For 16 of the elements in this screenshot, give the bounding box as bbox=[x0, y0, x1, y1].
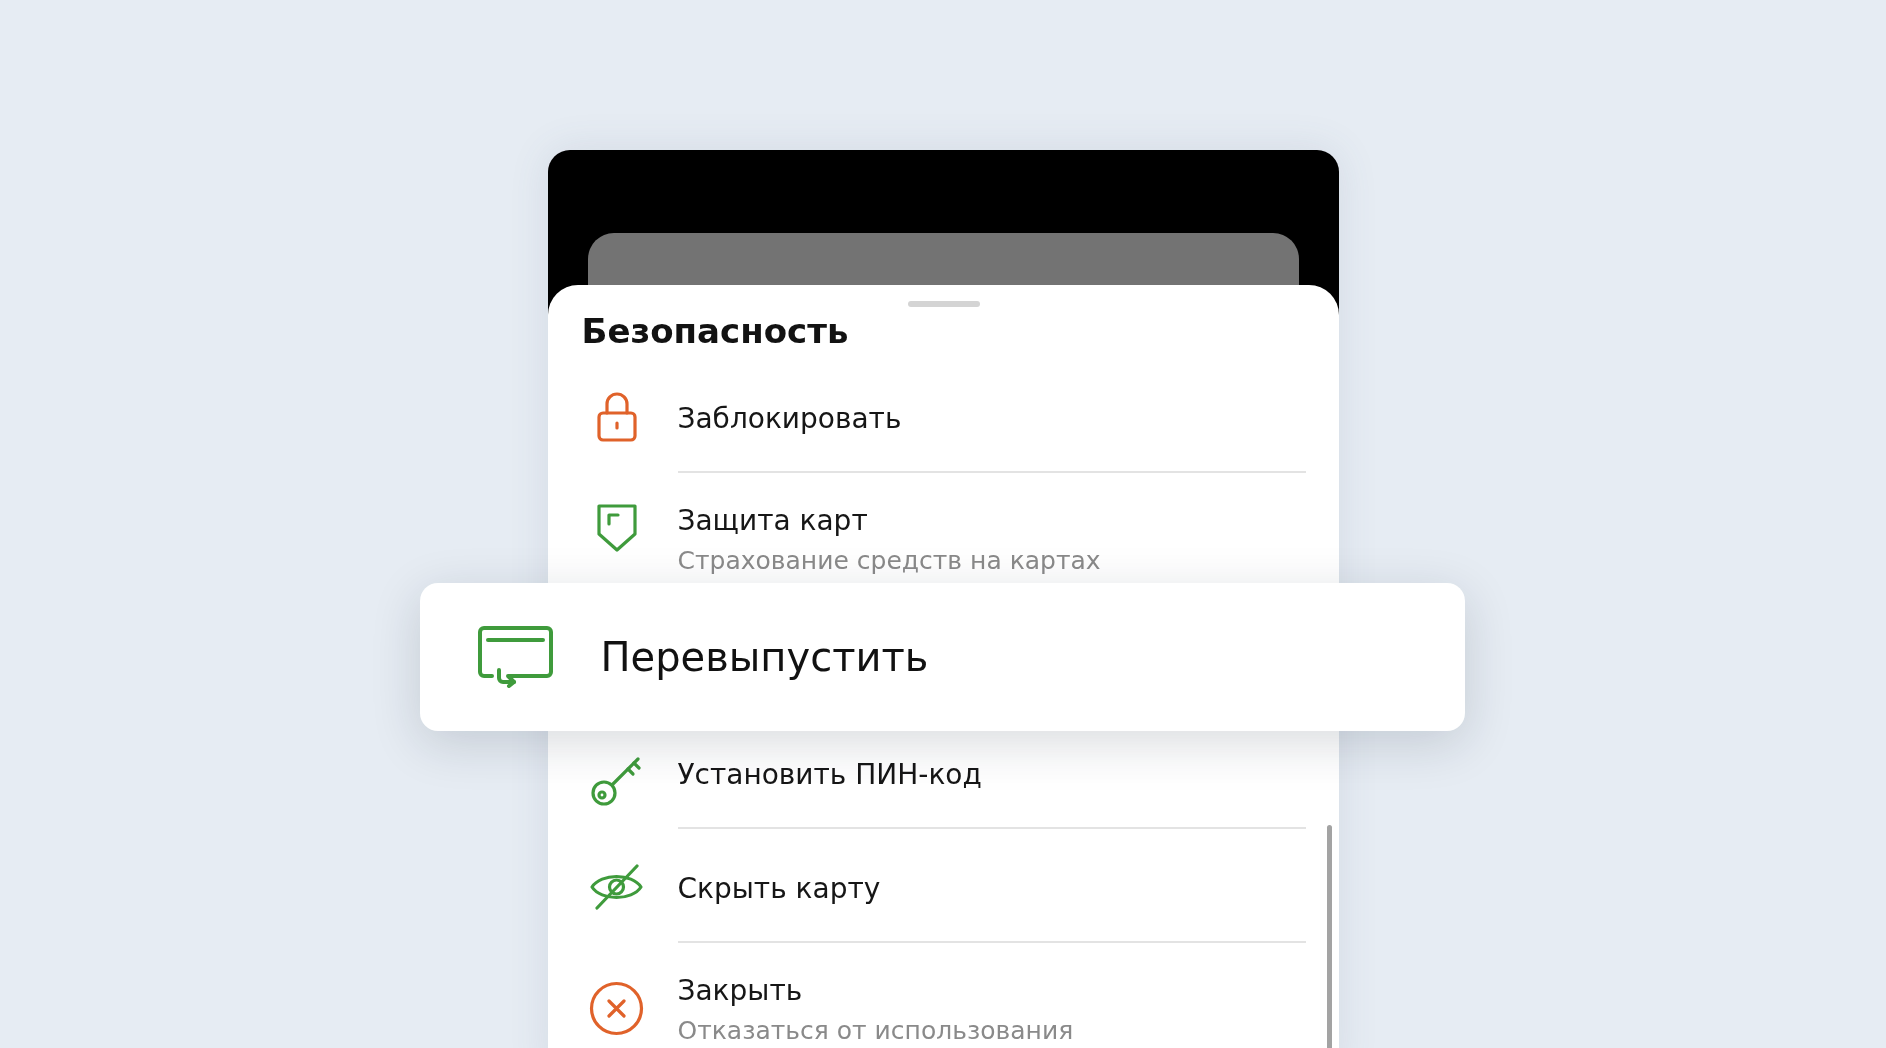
scrollbar-thumb[interactable] bbox=[1326, 825, 1332, 1048]
sheet-title: Безопасность bbox=[581, 310, 850, 353]
close-icon bbox=[589, 980, 644, 1036]
menu-item[interactable]: Установить ПИН-код bbox=[581, 731, 1306, 829]
lock-icon bbox=[596, 390, 637, 442]
card-arrow-icon bbox=[477, 626, 553, 688]
menu-item-subtitle: Отказаться от использования bbox=[677, 1015, 1075, 1047]
menu-item[interactable]: Заблокировать bbox=[581, 359, 1306, 473]
drag-handle[interactable] bbox=[907, 301, 980, 307]
menu-item[interactable]: Закрыть Отказаться от использования bbox=[581, 943, 1306, 1048]
menu-item-subtitle: Страхование средств на картах bbox=[677, 545, 1102, 577]
menu-item[interactable]: Скрыть карту bbox=[581, 829, 1306, 943]
crossed-eye-icon bbox=[589, 862, 644, 910]
menu-item[interactable]: Защита карт Страхование средств на картах bbox=[581, 473, 1306, 583]
menu-item-card[interactable]: Перевыпустить bbox=[419, 583, 1465, 731]
shield-icon bbox=[596, 504, 637, 552]
